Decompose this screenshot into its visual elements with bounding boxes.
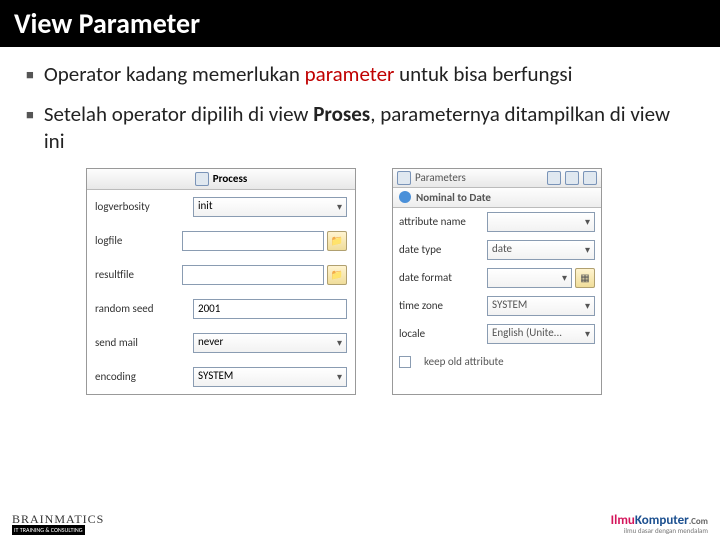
bullet-2: ■ Setelah operator dipilih di view Prose…: [26, 101, 694, 154]
panel-title: Process: [213, 172, 247, 185]
param-row-datetype: date type date: [393, 236, 601, 264]
param-label: locale: [399, 327, 479, 340]
bullet-text: Operator kadang memerlukan: [44, 61, 305, 87]
param-row-logfile: logfile 📁: [87, 224, 355, 258]
bullet-text: untuk bisa berfungsi: [394, 61, 572, 87]
param-label: logfile: [95, 234, 174, 247]
timezone-select[interactable]: SYSTEM: [487, 296, 595, 316]
logo-ilmukomputer: IlmuKomputer.Com ilmu dasar dengan menda…: [611, 514, 708, 534]
panel-toolbar: Parameters: [393, 169, 601, 188]
process-icon: [195, 172, 209, 186]
param-row-logverbosity: logverbosity init: [87, 190, 355, 224]
tab-parameters[interactable]: Parameters: [415, 171, 466, 184]
param-row-dateformat: date format ▦: [393, 264, 601, 292]
toolbar-icon[interactable]: [397, 171, 411, 185]
param-row-attribute: attribute name: [393, 208, 601, 236]
keepold-checkbox[interactable]: [399, 356, 411, 368]
param-label: encoding: [95, 370, 185, 383]
dateformat-select[interactable]: [487, 268, 572, 288]
param-row-encoding: encoding SYSTEM: [87, 360, 355, 394]
toolbar-icon[interactable]: [547, 171, 561, 185]
logo-brainmatics: BRAINMATICS IT TRAINING & CONSULTING: [12, 513, 104, 534]
bullet-marker: ■: [26, 68, 34, 84]
param-label: date format: [399, 271, 479, 284]
locale-select[interactable]: English (Unite...: [487, 324, 595, 344]
checkbox-label: keep old attribute: [424, 355, 504, 368]
operator-icon: [399, 191, 411, 203]
sendmail-select[interactable]: never: [193, 333, 347, 353]
resultfile-input[interactable]: [182, 265, 324, 285]
logo-text: BRAINMATICS: [12, 513, 104, 525]
operator-parameters-panel: Parameters Nominal to Date attribute nam…: [392, 168, 602, 395]
bullet-text: Setelah operator dipilih di view: [44, 101, 313, 127]
browse-icon[interactable]: 📁: [327, 265, 347, 285]
operator-name: Nominal to Date: [416, 191, 491, 204]
logverbosity-select[interactable]: init: [193, 197, 347, 217]
datetype-select[interactable]: date: [487, 240, 595, 260]
encoding-select[interactable]: SYSTEM: [193, 367, 347, 387]
logo-tagline: ilmu dasar dengan mendalam: [611, 527, 708, 534]
param-label: send mail: [95, 336, 185, 349]
param-label: logverbosity: [95, 200, 185, 213]
param-row-keepold: keep old attribute: [393, 348, 601, 376]
randomseed-input[interactable]: [193, 299, 347, 319]
param-label: random seed: [95, 302, 185, 315]
bullet-bold: Proses: [313, 101, 370, 127]
slide-title: View Parameter: [0, 0, 720, 47]
bullet-marker: ■: [26, 108, 34, 124]
bullet-1: ■ Operator kadang memerlukan parameter u…: [26, 61, 694, 87]
bullet-highlight: parameter: [305, 61, 395, 87]
param-label: attribute name: [399, 215, 479, 228]
logfile-input[interactable]: [182, 231, 324, 251]
param-row-resultfile: resultfile 📁: [87, 258, 355, 292]
attribute-select[interactable]: [487, 212, 595, 232]
panel-header: Process: [87, 169, 355, 190]
param-row-timezone: time zone SYSTEM: [393, 292, 601, 320]
param-label: resultfile: [95, 268, 174, 281]
logo-tagline: IT TRAINING & CONSULTING: [12, 525, 85, 535]
param-row-randomseed: random seed: [87, 292, 355, 326]
footer: BRAINMATICS IT TRAINING & CONSULTING Ilm…: [0, 513, 720, 534]
param-row-sendmail: send mail never: [87, 326, 355, 360]
toolbar-icon[interactable]: [583, 171, 597, 185]
browse-icon[interactable]: ▦: [575, 268, 595, 288]
param-row-locale: locale English (Unite...: [393, 320, 601, 348]
panels-container: Process logverbosity init logfile 📁 resu…: [26, 168, 694, 395]
process-parameters-panel: Process logverbosity init logfile 📁 resu…: [86, 168, 356, 395]
operator-subheader: Nominal to Date: [393, 188, 601, 208]
content-area: ■ Operator kadang memerlukan parameter u…: [0, 47, 720, 409]
param-label: time zone: [399, 299, 479, 312]
browse-icon[interactable]: 📁: [327, 231, 347, 251]
toolbar-icon[interactable]: [565, 171, 579, 185]
param-label: date type: [399, 243, 479, 256]
